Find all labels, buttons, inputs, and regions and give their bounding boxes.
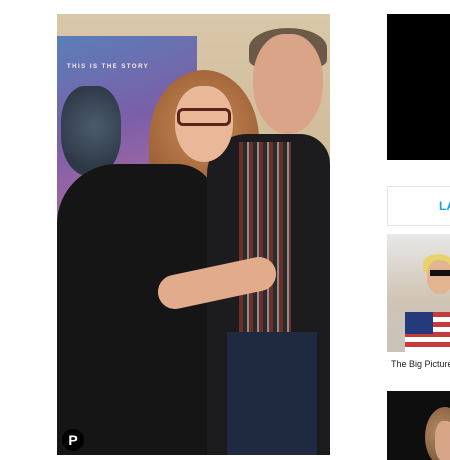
article-photo[interactable]: THIS IS THE STORY: [57, 14, 330, 455]
flag-stars: [405, 312, 433, 334]
poster-text: THIS IS THE STORY: [67, 64, 150, 70]
article-caption[interactable]: The Big Picture:: [391, 359, 450, 369]
man-jeans: [227, 332, 317, 455]
poster-face: [61, 86, 121, 176]
article-thumbnail-2[interactable]: [387, 391, 450, 460]
man-shirt: [239, 142, 291, 332]
section-header[interactable]: LA: [387, 186, 450, 226]
thumbnail-sunglasses: [430, 270, 450, 276]
thumbnail2-face: [435, 421, 450, 460]
man-head: [253, 34, 323, 134]
article-thumbnail[interactable]: [387, 234, 450, 352]
ad-block[interactable]: [387, 14, 450, 160]
section-label[interactable]: LA: [439, 199, 450, 213]
pinterest-icon[interactable]: P: [62, 429, 84, 451]
woman-glasses: [177, 108, 231, 126]
woman-body: [57, 164, 217, 455]
thumbnail-head: [427, 260, 450, 294]
